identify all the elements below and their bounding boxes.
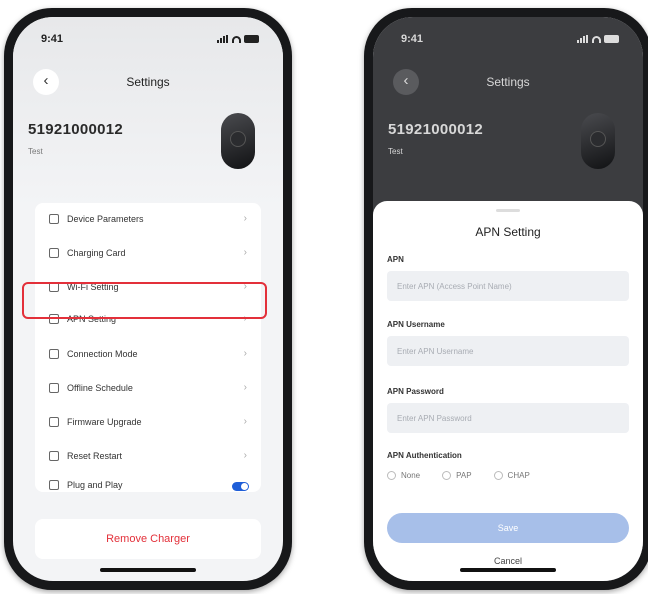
plug-and-play-toggle[interactable] [232,482,249,491]
sheet-grabber[interactable] [496,209,520,212]
chevron-right-icon: › [243,348,247,359]
home-indicator[interactable] [460,568,556,572]
radio-circle-icon [387,471,396,480]
authentication-options: None PAP CHAP [387,471,530,480]
radio-none[interactable]: None [387,471,420,480]
clock-icon [49,383,59,393]
apn-authentication-label: APN Authentication [387,451,462,460]
cancel-button[interactable]: Cancel [373,556,643,566]
save-button[interactable]: Save [387,513,629,543]
charger-image [581,113,615,169]
menu-item-connection-mode[interactable]: Connection Mode › [35,338,261,372]
menu-item-firmware-upgrade[interactable]: Firmware Upgrade › [35,406,261,440]
apn-username-input[interactable] [387,336,629,366]
radio-label: PAP [456,471,472,480]
signal-icon [577,35,589,43]
phone-settings: 9:41 ‹ Settings 51921000012 Test Device … [4,8,292,590]
apn-setting-sheet: APN Setting APN APN Username APN Passwor… [373,201,643,581]
device-subtitle: Test [388,147,403,156]
nav-bar: ‹ Settings [373,69,643,95]
menu-item-offline-schedule[interactable]: Offline Schedule › [35,372,261,406]
radio-label: CHAP [507,471,530,480]
apn-setting-screen: 9:41 ‹ Settings 51921000012 Test APN Set… [373,17,643,581]
apn-password-label: APN Password [387,387,444,396]
chevron-right-icon: › [243,382,247,393]
battery-icon [244,35,259,43]
apn-setting-highlight [22,282,267,319]
remove-charger-button[interactable]: Remove Charger [35,519,261,559]
page-title: Settings [486,75,530,89]
wifi-status-icon [592,35,601,43]
menu-item-device-parameters[interactable]: Device Parameters › [35,203,261,237]
radio-chap[interactable]: CHAP [493,471,530,480]
device-subtitle: Test [28,147,43,156]
link-icon [49,349,59,359]
chevron-right-icon: › [243,213,247,224]
upgrade-icon [49,417,59,427]
charger-image [221,113,255,169]
device-id: 51921000012 [388,121,484,138]
apn-username-label: APN Username [387,320,445,329]
menu-item-label: Reset Restart [67,451,123,461]
phone-apn-setting: 9:41 ‹ Settings 51921000012 Test APN Set… [364,8,648,590]
menu-item-label: Connection Mode [67,349,138,359]
home-indicator[interactable] [100,568,196,572]
menu-item-charging-card[interactable]: Charging Card › [35,237,261,271]
status-time: 9:41 [401,33,424,45]
radio-pap[interactable]: PAP [442,471,472,480]
radio-circle-icon [493,471,503,480]
page-title: Settings [126,75,170,89]
radio-circle-icon [442,471,452,480]
reset-icon [49,451,59,461]
radio-label: None [401,471,421,480]
status-bar: 9:41 [13,31,283,49]
menu-item-label: Offline Schedule [67,383,133,393]
device-id: 51921000012 [28,121,124,138]
apn-label: APN [387,255,404,264]
menu-item-label: Plug and Play [67,480,123,490]
status-time: 9:41 [41,33,64,45]
apn-input[interactable] [387,271,629,301]
apn-password-input[interactable] [387,403,629,433]
chevron-right-icon: › [243,247,247,258]
battery-icon [604,35,619,43]
signal-icon [217,35,229,43]
settings-menu: Device Parameters › Charging Card › Wi-F… [35,203,261,492]
menu-item-plug-and-play: Plug and Play [35,469,261,503]
status-bar: 9:41 [373,31,643,49]
menu-item-label: Device Parameters [67,214,144,224]
nav-bar: ‹ Settings [13,69,283,95]
sheet-title: APN Setting [475,225,541,239]
chevron-right-icon: › [243,450,247,461]
plug-icon [49,480,59,490]
chevron-right-icon: › [243,416,247,427]
menu-item-label: Charging Card [67,248,126,258]
menu-item-label: Firmware Upgrade [67,417,142,427]
wifi-status-icon [232,35,241,43]
card-icon [49,248,59,258]
list-icon [49,214,59,224]
